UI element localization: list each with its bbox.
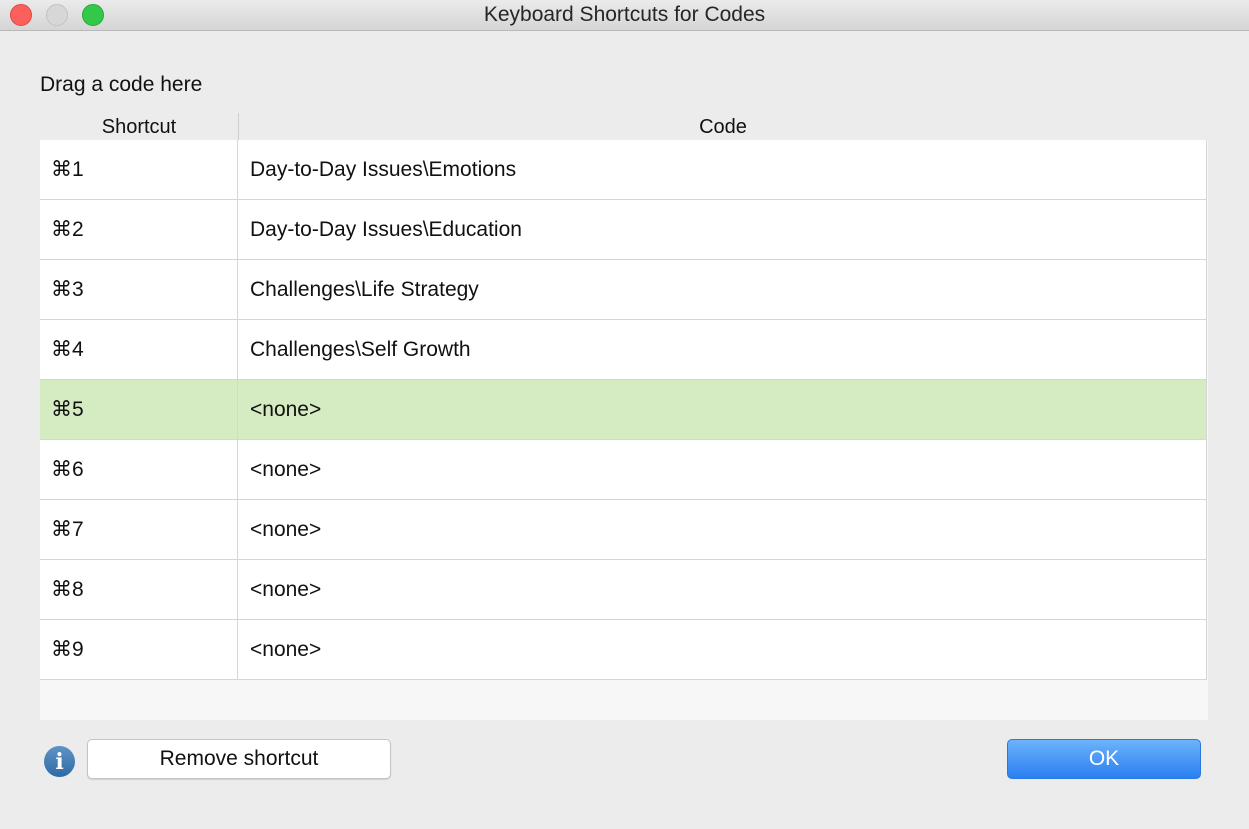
shortcut-cell: ⌘1 — [40, 140, 238, 199]
code-cell: Day-to-Day Issues\Education — [250, 218, 522, 241]
remove-shortcut-button[interactable]: Remove shortcut — [87, 739, 391, 779]
window-title: Keyboard Shortcuts for Codes — [483, 3, 766, 26]
info-icon[interactable]: i — [44, 746, 75, 777]
table-row[interactable]: ⌘7 <none> — [40, 500, 1207, 560]
drag-drop-hint: Drag a code here — [40, 73, 203, 96]
table-row[interactable]: ⌘4 Challenges\Self Growth — [40, 320, 1207, 380]
table-row[interactable]: ⌘9 <none> — [40, 620, 1207, 680]
title-bar[interactable]: Keyboard Shortcuts for Codes — [0, 0, 1249, 31]
ok-button[interactable]: OK — [1007, 739, 1201, 779]
table-body: ⌘1 Day-to-Day Issues\Emotions ⌘2 Day-to-… — [40, 140, 1207, 680]
code-cell: Challenges\Self Growth — [250, 338, 471, 361]
table-row[interactable]: ⌘1 Day-to-Day Issues\Emotions — [40, 140, 1207, 200]
shortcut-cell: ⌘9 — [40, 620, 238, 679]
shortcut-cell: ⌘8 — [40, 560, 238, 619]
code-cell: <none> — [250, 638, 322, 661]
shortcut-cell: ⌘7 — [40, 500, 238, 559]
keyboard-shortcuts-dialog: Keyboard Shortcuts for Codes Drag a code… — [0, 0, 1249, 829]
table-row[interactable]: ⌘3 Challenges\Life Strategy — [40, 260, 1207, 320]
shortcut-cell: ⌘2 — [40, 200, 238, 259]
shortcut-column-header[interactable]: Shortcut — [40, 113, 239, 140]
table-row[interactable]: ⌘2 Day-to-Day Issues\Education — [40, 200, 1207, 260]
shortcut-cell: ⌘6 — [40, 440, 238, 499]
shortcut-cell: ⌘3 — [40, 260, 238, 319]
shortcuts-table[interactable]: Shortcut Code ⌘1 Day-to-Day Issues\Emoti… — [40, 113, 1208, 720]
code-column-header[interactable]: Code — [239, 113, 1207, 140]
shortcut-cell: ⌘5 — [40, 380, 238, 439]
code-cell: <none> — [250, 458, 322, 481]
code-cell: <none> — [250, 398, 322, 421]
table-row[interactable]: ⌘8 <none> — [40, 560, 1207, 620]
table-row[interactable]: ⌘5 <none> — [40, 380, 1207, 440]
table-header: Shortcut Code — [40, 113, 1208, 140]
table-row[interactable]: ⌘6 <none> — [40, 440, 1207, 500]
code-cell: Challenges\Life Strategy — [250, 278, 479, 301]
code-cell: <none> — [250, 518, 322, 541]
code-cell: Day-to-Day Issues\Emotions — [250, 158, 517, 181]
code-cell: <none> — [250, 578, 322, 601]
shortcut-cell: ⌘4 — [40, 320, 238, 379]
